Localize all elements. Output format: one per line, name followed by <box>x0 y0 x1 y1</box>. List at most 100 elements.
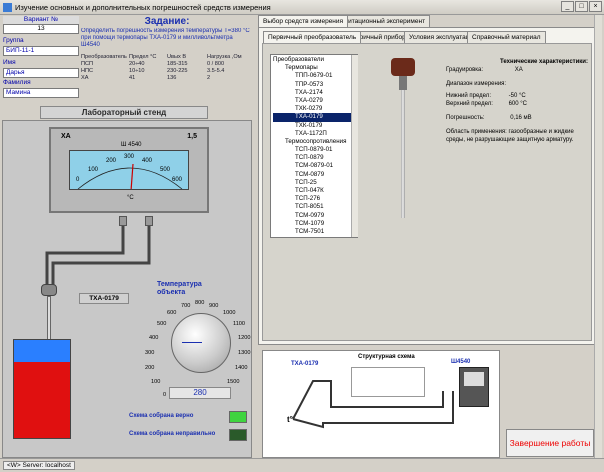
scheme-meter <box>459 367 489 407</box>
tree-item[interactable]: ТСП-25 <box>273 179 355 187</box>
scheme-t-label: t° <box>287 415 293 424</box>
server-status: <W> Server: localhost <box>3 461 75 470</box>
tree-item[interactable]: ТСМ-0979 <box>273 212 355 220</box>
tree-item[interactable]: ТХК-0279 <box>273 105 355 113</box>
minimize-button[interactable]: _ <box>561 1 574 12</box>
dial-label: 1200 <box>238 335 251 341</box>
tree-item[interactable]: ТСП-047К <box>273 187 355 195</box>
tree-item[interactable]: ТСП-276 <box>273 195 355 203</box>
tree-item[interactable]: ТСП-0879 <box>273 154 355 162</box>
tree-item[interactable]: ТСП-0879-01 <box>273 146 355 154</box>
tree-group[interactable]: Термопары <box>273 64 355 72</box>
table-cell: 10÷10 <box>129 68 145 74</box>
table-header: Преобразователь <box>81 54 127 60</box>
app-text: Область применения: газообразные и жидки… <box>446 129 574 143</box>
converter-tree[interactable]: Преобразователи Термопары ТПП-0679-01 ТП… <box>270 54 358 238</box>
sensor-image <box>385 58 421 226</box>
tree-scrollbar[interactable] <box>351 55 358 237</box>
tree-item[interactable]: ТХА-2174 <box>273 89 355 97</box>
table-header: Предел °С <box>129 54 157 60</box>
finish-button[interactable]: Завершение работы <box>506 429 594 457</box>
tree-item[interactable]: ТХК-0179 <box>273 122 355 130</box>
dial-label: 800 <box>195 300 205 306</box>
tree-item[interactable]: ТСМ-0879 <box>273 171 355 179</box>
table-cell: ПСП <box>81 61 94 67</box>
high-row: Верхний предел: 600 °С <box>446 100 588 108</box>
spec-grad: Градуировка: ХА <box>446 66 588 74</box>
variant-label: Вариант № <box>3 16 79 24</box>
table-cell: 0 / 800 <box>207 61 225 67</box>
dial-label: 1300 <box>238 350 251 356</box>
tank <box>13 339 71 439</box>
tree-item[interactable]: ТХА-1172П <box>273 130 355 138</box>
group-field[interactable]: БИП-11-1 <box>3 46 79 56</box>
task-text: Определить погрешность измерения темпера… <box>81 28 250 48</box>
table-cell: НПС <box>81 68 94 74</box>
lab-stand: ХА 1,5 Ш 4540 0 100 200 300 400 500 600 … <box>2 120 252 458</box>
scheme-ok-indicator <box>229 411 247 423</box>
low-label: Нижний предел: <box>446 93 491 99</box>
app-icon <box>3 2 12 12</box>
err-label: Погрешность: <box>446 115 485 121</box>
tab-panel-outer: Первичный преобразователь Вторичный приб… <box>258 27 596 345</box>
title-bar: Изучение основных и дополнительных погре… <box>0 0 604 15</box>
low-row: Нижний предел: -50 °С <box>446 92 588 100</box>
dial-label: 400 <box>149 335 159 341</box>
finish-button-label: Завершение работы <box>509 438 591 448</box>
dial-label: 700 <box>181 303 191 309</box>
close-button[interactable]: × <box>589 1 602 12</box>
surname-field[interactable]: Мамина <box>3 88 79 98</box>
inner-panel: Преобразователи Термопары ТПП-0679-01 ТП… <box>262 43 592 341</box>
dial-label: 300 <box>145 350 155 356</box>
sensor-head[interactable] <box>41 284 57 296</box>
name-label: Имя <box>3 59 16 66</box>
status-bar: <W> Server: localhost <box>0 458 604 472</box>
table-cell: 41 <box>129 75 136 81</box>
tree-root[interactable]: Преобразователи <box>273 56 355 64</box>
tree-item[interactable]: ТПП-0679-01 <box>273 72 355 80</box>
scheme-ok-label: Схема собрана верно <box>129 413 194 419</box>
dial-label: 0 <box>163 392 167 398</box>
task-panel: Задание: Определить погрешность измерени… <box>81 16 253 104</box>
tab-primary[interactable]: Первичный преобразователь <box>263 31 362 43</box>
table-cell: 2 <box>207 75 211 81</box>
high-value: 600 °С <box>508 101 527 107</box>
task-title: Задание: <box>144 16 190 27</box>
tree-item[interactable]: ТСП-8051 <box>273 203 355 211</box>
table-cell: 230-225 <box>167 68 188 74</box>
group-label: Группа <box>3 37 24 44</box>
tab-experiment[interactable]: Имитационный эксперимент <box>334 15 431 27</box>
object-temp-title: Температура объекта <box>157 281 202 296</box>
tree-item[interactable]: ТХА-0279 <box>273 97 355 105</box>
window-title: Изучение основных и дополнительных погре… <box>15 2 271 12</box>
variant-field[interactable]: 13 <box>3 24 79 34</box>
table-cell: 136 <box>167 75 177 81</box>
sensor-label: ТХА-0179 <box>79 293 129 304</box>
low-value: -50 °С <box>508 93 526 99</box>
table-cell: 185-315 <box>167 61 188 67</box>
tab-reference[interactable]: Справочный материал <box>467 31 546 43</box>
student-info: Вариант № 13 Группа БИП-11-1 Имя Дарья Ф… <box>3 16 79 104</box>
temp-value-field[interactable]: 280 <box>169 387 231 399</box>
dial-label: 1100 <box>233 321 246 327</box>
tab-selection[interactable]: Выбор средств измерения <box>258 15 349 27</box>
high-label: Верхний предел: <box>446 101 493 107</box>
tree-group[interactable]: Термосопротивления <box>273 138 355 146</box>
name-field[interactable]: Дарья <box>3 68 79 78</box>
tree-item[interactable]: ТСМ-7501 <box>273 228 355 236</box>
scheme-bad-indicator <box>229 429 247 441</box>
tree-item-selected[interactable]: ТХА-0179 <box>273 113 355 122</box>
scheme-panel: Структурная схема ТХА-0179 Ш4540 t° <box>262 350 500 458</box>
table-cell: 3.5-5.4 <box>207 68 225 74</box>
scheme-bad-label: Схема собрана неправильно <box>129 431 216 437</box>
spec-title: Технические характеристики: <box>499 59 588 65</box>
tree-item[interactable]: ТСМ-1079 <box>273 220 355 228</box>
maximize-button[interactable]: □ <box>575 1 588 12</box>
table-header: Uвых В <box>167 54 187 60</box>
table-header: Нагрузка ,Ом <box>207 54 242 60</box>
tree-item[interactable]: ТСМ-0879-01 <box>273 162 355 170</box>
spec-panel: Технические характеристики: Градуировка:… <box>446 58 588 144</box>
window-scrollbar[interactable] <box>594 15 602 458</box>
err-value: 0,16 мВ <box>510 115 532 121</box>
tree-item[interactable]: ТПР-0573 <box>273 81 355 89</box>
